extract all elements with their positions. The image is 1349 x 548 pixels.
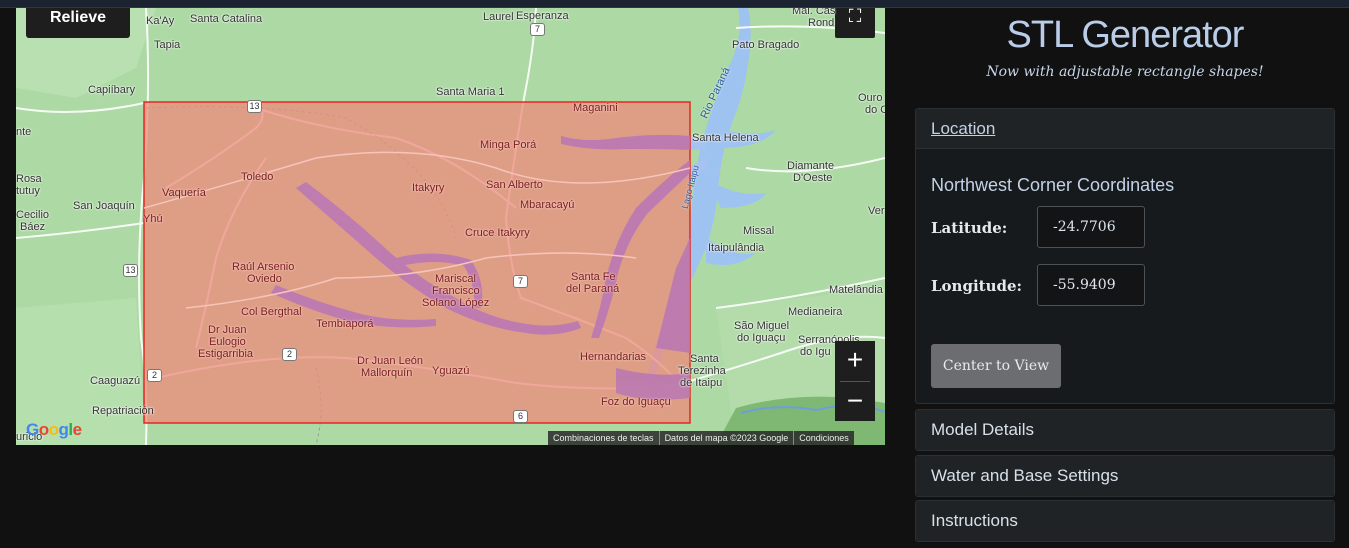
longitude-input[interactable]: -55.9409 <box>1037 264 1145 306</box>
place-label: Itaipulândia <box>708 242 765 254</box>
place-label: Caaguazú <box>90 375 141 387</box>
place-label: Toledo <box>241 171 274 183</box>
place-label: Mariscal <box>435 273 476 285</box>
place-label: do O <box>865 104 885 116</box>
place-label: Missal <box>743 225 775 237</box>
place-label: Báez <box>20 221 46 233</box>
place-label: San Alberto <box>486 179 543 191</box>
place-label: Rosa <box>16 173 42 185</box>
place-label: Solano López <box>422 297 490 309</box>
place-label: Raúl Arsenio <box>232 261 295 273</box>
place-label: Maganini <box>573 102 618 114</box>
road-shield: 7 <box>513 275 528 288</box>
terms-link[interactable]: Condiciones <box>794 431 854 445</box>
place-label: Santa Helena <box>692 132 759 144</box>
place-label: Mbaracayú <box>520 199 575 211</box>
place-label: Francisco <box>432 285 480 297</box>
place-label: Yguazú <box>432 365 470 377</box>
place-label: Mal. Cas <box>792 8 836 17</box>
road-shield: 2 <box>282 348 297 361</box>
place-label: Foz do Iguaçu <box>601 396 671 408</box>
place-label: Dr Juan León <box>357 355 424 367</box>
browser-top-bar <box>0 0 1349 8</box>
fullscreen-icon: ⛶ <box>848 8 862 26</box>
place-label: tutuy <box>16 185 40 197</box>
place-label: del Paraná <box>566 283 620 295</box>
place-label: Laurel <box>483 11 514 23</box>
place-label: Diamante <box>787 160 835 172</box>
latitude-input[interactable]: -24.7706 <box>1037 206 1145 248</box>
place-label: Hernandarias <box>580 351 647 363</box>
location-header[interactable]: Location <box>916 109 1334 149</box>
place-label: Ouro <box>858 92 883 104</box>
road-shield: 6 <box>513 410 528 423</box>
place-label: Tembiaporá <box>316 318 374 330</box>
place-label: Pato Bragado <box>732 39 800 51</box>
place-label: do Igu <box>800 346 831 358</box>
longitude-label: Longitude: <box>931 277 1023 295</box>
place-label: Matelândia <box>829 284 883 296</box>
road-shield: 13 <box>247 100 262 113</box>
place-label: Estigarribia <box>198 348 254 360</box>
place-label: Ka'Ay <box>146 15 175 27</box>
place-label: Tapia <box>154 39 181 51</box>
zoom-out-button[interactable]: − <box>835 382 875 422</box>
center-to-view-button[interactable]: Center to View <box>931 344 1061 388</box>
place-label: Col Bergthal <box>241 306 302 318</box>
place-label: Santa <box>690 353 719 365</box>
app-subtitle: Now with adjustable rectangle shapes! <box>986 64 1264 80</box>
map-data-text: Datos del mapa ©2023 Google <box>660 431 795 445</box>
location-section: Location Northwest Corner Coordinates La… <box>915 108 1335 404</box>
place-label: Santa Catalina <box>190 13 263 25</box>
zoom-in-button[interactable]: + <box>835 341 875 381</box>
place-label: Yhú <box>143 213 163 225</box>
place-label: Cruce Itakyry <box>465 227 530 239</box>
model-details-section: Model Details <box>915 409 1335 451</box>
place-label: Rond <box>808 17 835 29</box>
place-label: Santa Fe <box>571 271 616 283</box>
place-label: Medianeira <box>788 306 843 318</box>
place-label: Ver <box>868 205 885 217</box>
zoom-control: + − <box>835 341 875 421</box>
road-shield: 7 <box>530 23 545 36</box>
place-label: do Iguaçu <box>737 332 786 344</box>
place-label: nte <box>16 126 32 138</box>
water-base-section: Water and Base Settings <box>915 455 1335 497</box>
google-logo[interactable]: Google <box>26 420 82 440</box>
road-shield: 13 <box>123 264 138 277</box>
place-label: São Miguel <box>734 320 790 332</box>
place-label: Santa Maria 1 <box>436 86 505 98</box>
settings-panel: STL Generator Now with adjustable rectan… <box>901 8 1349 548</box>
place-label: Cecilio <box>16 209 50 221</box>
place-label: Terezinha <box>678 365 726 377</box>
place-label: Capiíbary <box>88 84 136 96</box>
latitude-label: Latitude: <box>931 219 1008 237</box>
app-title: STL Generator <box>1006 14 1245 56</box>
place-label: Mallorquín <box>361 367 413 379</box>
place-label: San Joaquín <box>73 200 135 212</box>
place-label: de Itaipu <box>680 377 723 389</box>
place-label: Vaquería <box>162 187 206 199</box>
coordinates-heading: Northwest Corner Coordinates <box>931 175 1175 195</box>
map-attribution: Combinaciones de teclas Datos del mapa ©… <box>548 431 854 445</box>
map-view[interactable]: Relieve ⛶ Ka'Ay Santa Catalina Laurel Es… <box>16 8 885 445</box>
road-shield: 2 <box>147 369 162 382</box>
place-label: Itakyry <box>412 182 445 194</box>
water-base-header[interactable]: Water and Base Settings <box>916 456 1334 496</box>
fullscreen-button[interactable]: ⛶ <box>835 8 875 38</box>
place-label: Eulogio <box>209 336 246 348</box>
place-label: D'Oeste <box>793 172 833 184</box>
place-label: Esperanza <box>516 10 569 22</box>
place-label: Oviedo <box>247 273 282 285</box>
instructions-header[interactable]: Instructions <box>916 501 1334 541</box>
model-details-header[interactable]: Model Details <box>916 410 1334 450</box>
place-label: Minga Porá <box>480 139 537 151</box>
instructions-section: Instructions <box>915 500 1335 542</box>
place-label: Repatriación <box>92 405 154 417</box>
location-body: Northwest Corner Coordinates Latitude: -… <box>916 149 1334 403</box>
place-label: Dr Juan <box>208 324 247 336</box>
relief-mode-button[interactable]: Relieve <box>26 8 130 38</box>
keyboard-shortcuts-link[interactable]: Combinaciones de teclas <box>548 431 660 445</box>
